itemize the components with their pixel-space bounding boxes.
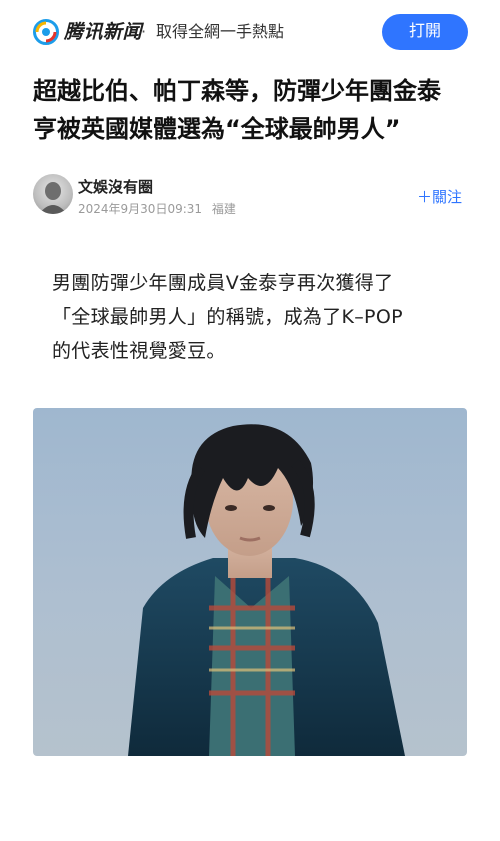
paragraph-line: 「全球最帥男人」的稱號，成為了K–POP: [52, 306, 403, 328]
follow-button[interactable]: ＋關注: [417, 186, 462, 207]
separator-dot: ·: [141, 22, 147, 41]
author-row: 文娛沒有圈 2024年9月30日09:31 福建 ＋關注: [33, 174, 473, 218]
author-avatar[interactable]: [33, 174, 73, 214]
publish-date: 2024年9月30日09:31: [78, 202, 203, 216]
portrait-illustration: [128, 424, 405, 756]
paragraph-line: 的代表性視覺愛豆。: [52, 340, 226, 362]
article-title: 超越比伯、帕丁森等，防彈少年團金泰 亨被英國媒體選為“全球最帥男人”: [33, 72, 473, 148]
open-app-button[interactable]: 打開: [382, 14, 468, 50]
author-name[interactable]: 文娛沒有圈: [78, 176, 153, 197]
article-photo[interactable]: [33, 408, 467, 756]
banner-tagline: 取得全網一手熱點: [156, 22, 285, 41]
app-banner: 腾讯新闻 · 取得全網一手熱點 打開: [0, 0, 500, 64]
article-title-line: 超越比伯、帕丁森等，防彈少年團金泰: [33, 77, 441, 105]
tencent-news-logo-icon: [33, 19, 59, 45]
article-paragraph: 男團防彈少年團成員V金泰亨再次獲得了 「全球最帥男人」的稱號，成為了K–POP …: [52, 266, 472, 368]
article-title-line: 亨被英國媒體選為“全球最帥男人”: [33, 115, 401, 143]
paragraph-line: 男團防彈少年團成員V金泰亨再次獲得了: [52, 272, 394, 294]
article-meta: 2024年9月30日09:31 福建: [78, 200, 242, 217]
avatar-portrait-icon: [39, 182, 67, 214]
publish-location: 福建: [211, 202, 236, 216]
brand-name: 腾讯新闻: [64, 21, 143, 43]
